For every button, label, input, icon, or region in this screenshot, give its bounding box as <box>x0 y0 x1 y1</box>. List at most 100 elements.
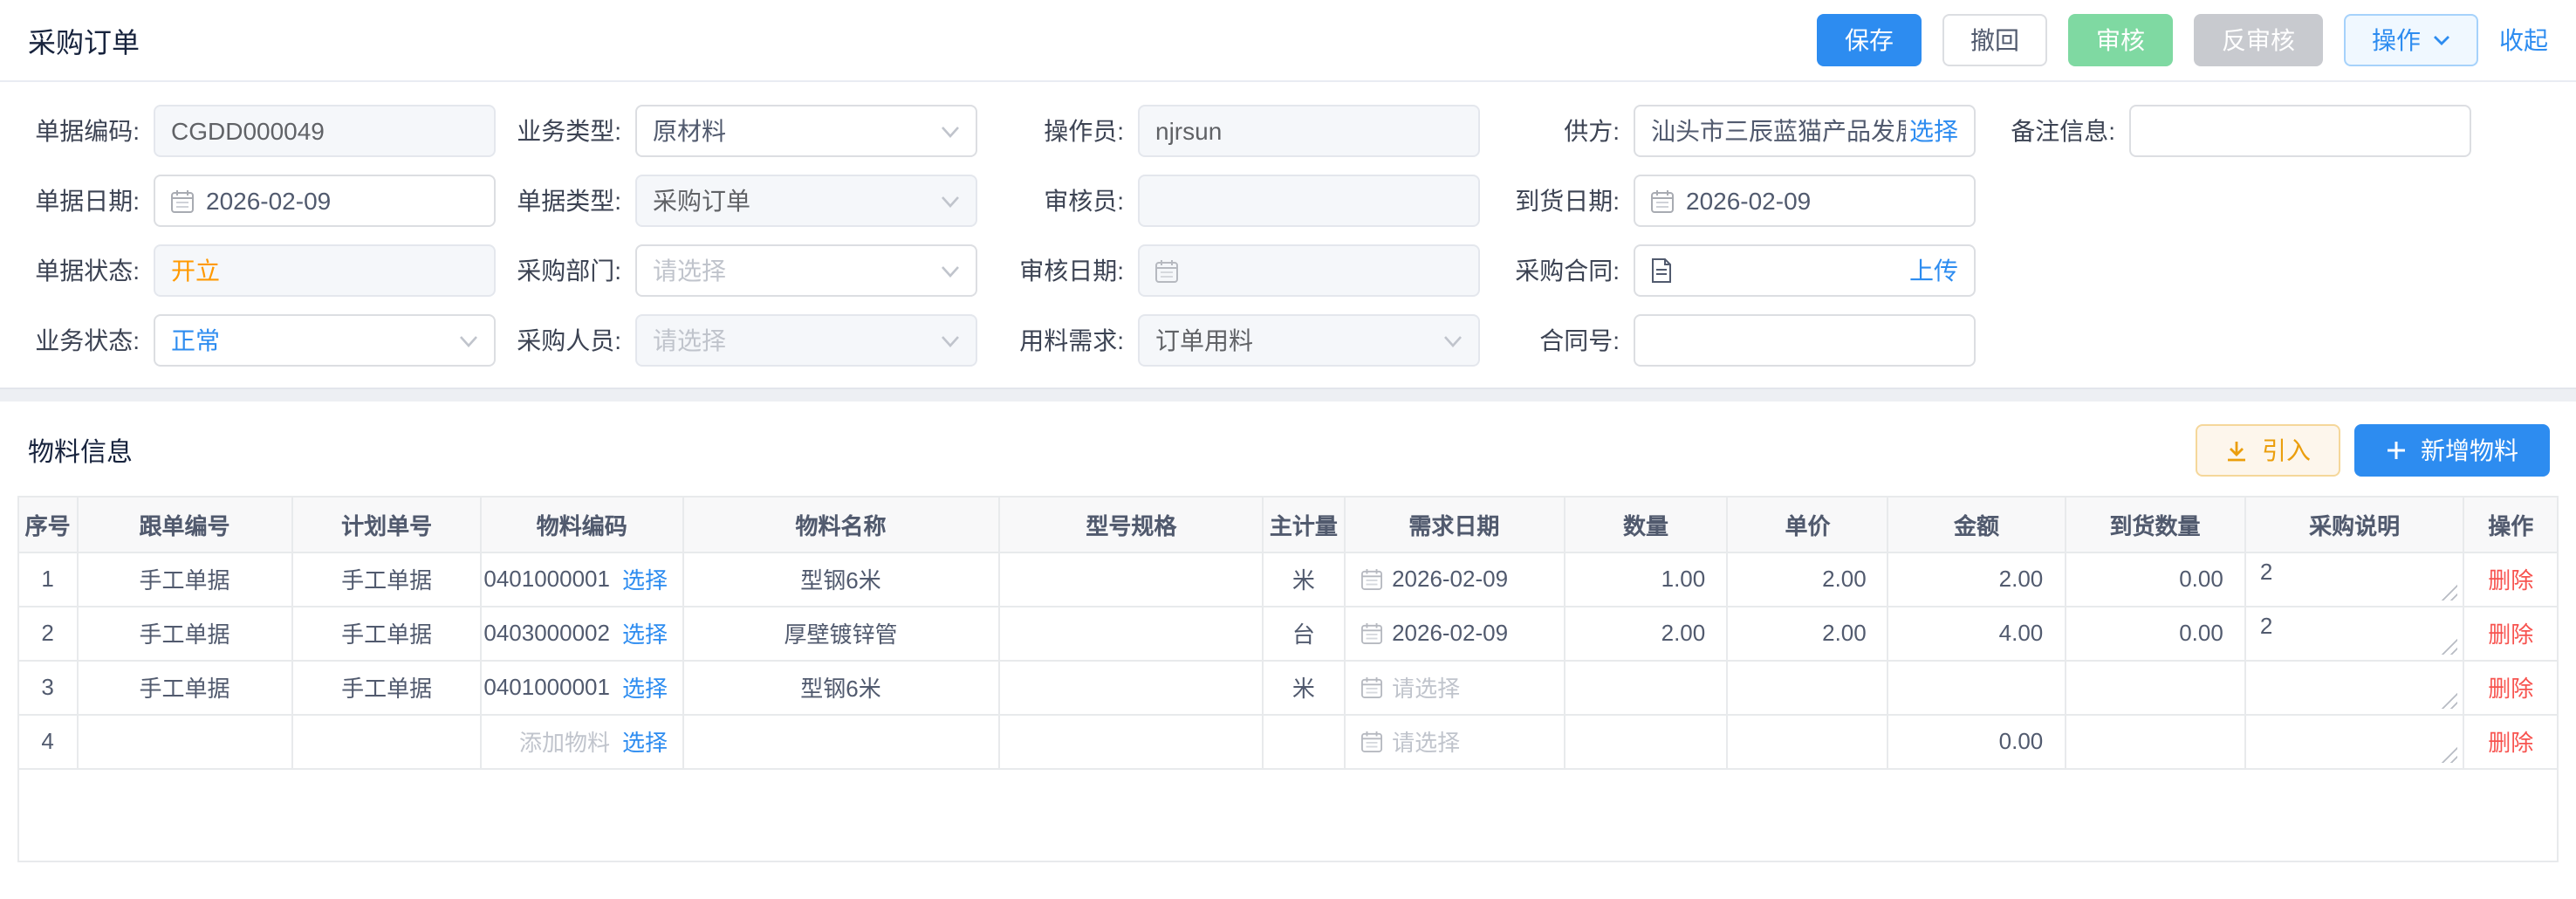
select-material-link[interactable]: 选择 <box>622 670 668 703</box>
resize-grip-icon[interactable] <box>2442 584 2458 600</box>
doc-code-value: CGDD000049 <box>171 117 478 145</box>
cell-price: 2.00 <box>1727 606 1888 660</box>
supplier-value: 汕头市三辰蓝猫产品发展 <box>1651 113 1906 148</box>
field-purchase-dept: 采购部门: 请选择 <box>510 244 1012 297</box>
auditor-input <box>1138 175 1480 227</box>
resize-grip-icon[interactable] <box>2442 638 2458 654</box>
cell-qty: 1.00 <box>1565 552 1728 606</box>
operator-label: 操作员: <box>1012 113 1138 148</box>
remark-input[interactable] <box>2129 105 2471 157</box>
field-operator: 操作员: njrsun <box>1012 105 1508 157</box>
delete-row-link[interactable]: 删除 <box>2465 616 2557 649</box>
add-material-button[interactable]: 新增物料 <box>2354 424 2550 477</box>
cell-amount: 2.00 <box>1888 552 2066 606</box>
document-icon <box>1651 258 1672 283</box>
cell-follow-no <box>77 714 292 768</box>
col-arrived-qty: 到货数量 <box>2065 498 2245 552</box>
purchase-dept-select[interactable]: 请选择 <box>635 244 977 297</box>
biz-status-select[interactable]: 正常 <box>154 314 496 367</box>
cell-name <box>682 714 999 768</box>
cell-unit: 台 <box>1264 606 1344 660</box>
chevron-down-icon <box>941 125 960 137</box>
biz-type-value: 原材料 <box>653 113 941 148</box>
cell-seq: 3 <box>19 660 77 714</box>
table-row: 1 手工单据 手工单据 0401000001 选择 型钢6米 米 <box>19 552 2557 606</box>
col-name: 物料名称 <box>682 498 999 552</box>
order-form: 单据编码: CGDD000049 业务类型: 原材料 操作员: <box>0 82 2576 388</box>
cell-operation: 删除 <box>2464 606 2557 660</box>
cell-qty: 2.00 <box>1565 606 1728 660</box>
material-code: 0401000001 <box>483 566 610 592</box>
cell-price <box>1727 714 1888 768</box>
chevron-down-icon <box>1443 334 1463 347</box>
purchase-note-textarea[interactable]: 2 <box>2246 552 2463 605</box>
remark-label: 备注信息: <box>2004 113 2129 148</box>
download-icon <box>2225 439 2248 462</box>
purchase-note-textarea[interactable] <box>2246 661 2463 713</box>
contract-no-input[interactable] <box>1634 314 1976 367</box>
demand-date-value: 2026-02-09 <box>1392 620 1508 646</box>
resize-grip-icon[interactable] <box>2442 692 2458 708</box>
select-material-link[interactable]: 选择 <box>622 562 668 595</box>
page-title: 采购订单 <box>28 19 140 61</box>
table-row: 4 添加物料 选择 <box>19 714 2557 768</box>
cell-spec <box>999 714 1264 768</box>
calendar-icon <box>1360 622 1381 643</box>
calendar-icon <box>1360 568 1381 589</box>
demand-date-picker[interactable]: 请选择 <box>1345 670 1564 703</box>
cell-amount: 0.00 <box>1888 714 2066 768</box>
withdraw-button[interactable]: 撤回 <box>1942 14 2047 66</box>
cell-note <box>2245 660 2464 714</box>
doc-date-value: 2026-02-09 <box>206 187 478 215</box>
materials-section-head: 物料信息 引入 新增物料 <box>0 401 2576 491</box>
select-material-link[interactable]: 选择 <box>622 616 668 649</box>
purchase-dept-label: 采购部门: <box>510 253 635 288</box>
cell-operation: 删除 <box>2464 660 2557 714</box>
select-material-link[interactable]: 选择 <box>622 724 668 758</box>
col-demand-date: 需求日期 <box>1344 498 1565 552</box>
cell-code: 0403000002 选择 <box>481 606 682 660</box>
materials-table: 序号 跟单编号 计划单号 物料编码 物料名称 型号规格 主计量 需求日期 数量 … <box>17 496 2559 862</box>
arrival-date-value: 2026-02-09 <box>1686 187 1958 215</box>
field-auditor: 审核员: <box>1012 175 1508 227</box>
demand-date-picker[interactable]: 请选择 <box>1345 724 1564 758</box>
resize-grip-icon[interactable] <box>2442 746 2458 762</box>
upload-contract-link[interactable]: 上传 <box>1909 253 1958 288</box>
biz-type-select[interactable]: 原材料 <box>635 105 977 157</box>
demand-date-picker[interactable]: 2026-02-09 <box>1345 566 1564 592</box>
page-header: 采购订单 保存 撤回 审核 反审核 操作 收起 <box>0 0 2576 82</box>
arrival-date-picker[interactable]: 2026-02-09 <box>1634 175 1976 227</box>
cell-demand-date: 2026-02-09 <box>1344 552 1565 606</box>
delete-row-link[interactable]: 删除 <box>2465 670 2557 703</box>
purchase-note-textarea[interactable]: 2 <box>2246 607 2463 659</box>
cell-follow-no: 手工单据 <box>77 552 292 606</box>
auditor-label: 审核员: <box>1012 183 1138 218</box>
purchase-note-textarea[interactable] <box>2246 715 2463 767</box>
col-follow-no: 跟单编号 <box>77 498 292 552</box>
add-material-label: 新增物料 <box>2421 433 2518 468</box>
delete-row-link[interactable]: 删除 <box>2465 724 2557 758</box>
form-row: 单据日期: 2026-02-09 单据类型: 采购订单 <box>28 175 2548 227</box>
save-button[interactable]: 保存 <box>1817 14 1922 66</box>
cell-note <box>2245 714 2464 768</box>
field-doc-date: 单据日期: 2026-02-09 <box>28 175 510 227</box>
actions-dropdown-button[interactable]: 操作 <box>2344 14 2478 66</box>
cell-qty <box>1565 660 1728 714</box>
field-material-demand: 用料需求: 订单用料 <box>1012 314 1508 367</box>
supplier-input[interactable]: 汕头市三辰蓝猫产品发展 选择 <box>1634 105 1976 157</box>
delete-row-link[interactable]: 删除 <box>2465 562 2557 595</box>
cell-amount: 4.00 <box>1888 606 2066 660</box>
col-qty: 数量 <box>1565 498 1728 552</box>
doc-date-picker[interactable]: 2026-02-09 <box>154 175 496 227</box>
demand-date-picker[interactable]: 2026-02-09 <box>1345 620 1564 646</box>
import-label: 引入 <box>2262 433 2311 468</box>
note-value: 2 <box>2260 612 2272 638</box>
collapse-link[interactable]: 收起 <box>2499 23 2548 58</box>
cell-follow-no: 手工单据 <box>77 660 292 714</box>
import-button[interactable]: 引入 <box>2196 424 2340 477</box>
supplier-select-link[interactable]: 选择 <box>1909 113 1958 148</box>
calendar-icon <box>1155 259 1178 282</box>
calendar-icon <box>1360 731 1381 751</box>
doc-type-label: 单据类型: <box>510 183 635 218</box>
cell-qty <box>1565 714 1728 768</box>
